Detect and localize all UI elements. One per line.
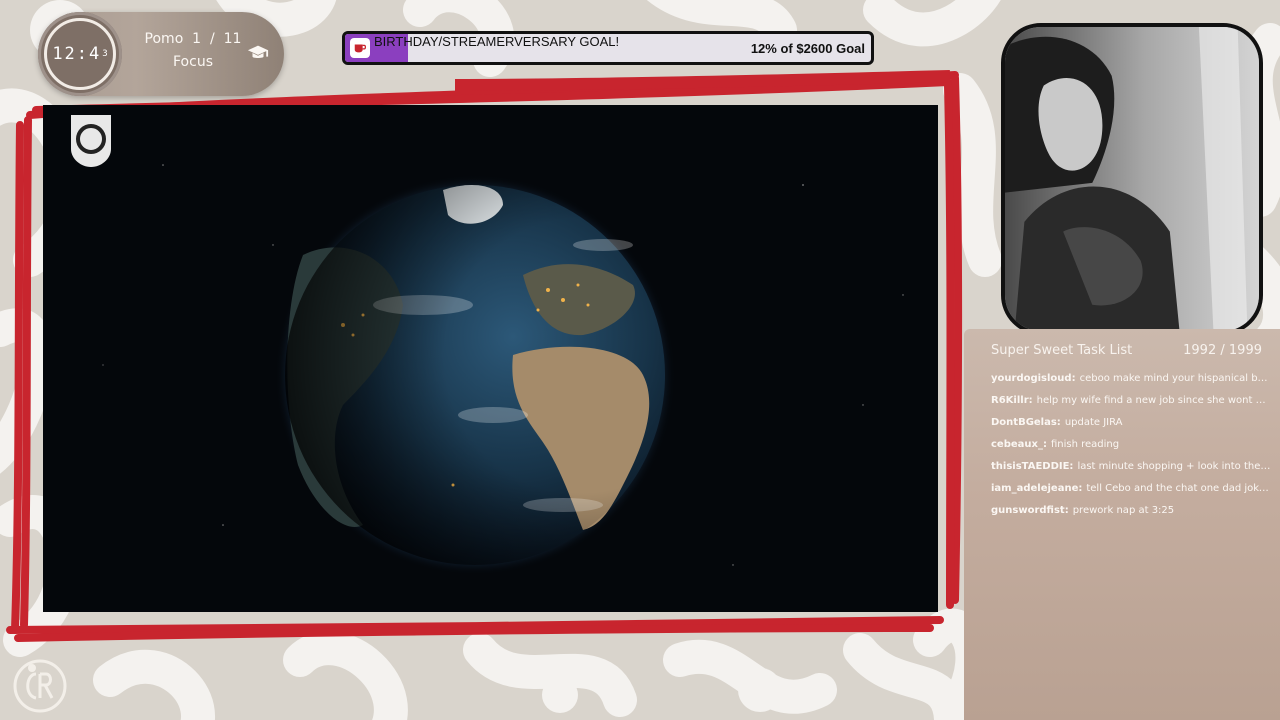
task-user: cebeaux_: <box>991 439 1047 450</box>
pomodoro-count: Pomo 1 / 11 <box>138 28 248 51</box>
task-list-count: 1992 / 1999 <box>1183 343 1262 358</box>
goal-title: BIRTHDAY/STREAMERVERSARY GOAL! <box>374 34 620 49</box>
task-text: prework nap at 3:25 <box>1072 505 1175 516</box>
channel-logo-icon <box>13 659 67 713</box>
task-count-separator: / <box>1220 343 1225 358</box>
video-player <box>43 105 938 612</box>
cup-icon <box>350 38 370 58</box>
task-text: tell Cebo and the chat one dad joke toda… <box>1086 483 1271 494</box>
task-text: finish reading <box>1050 439 1120 450</box>
pomodoro-label: Pomo <box>144 31 184 47</box>
task-text: update JIRA <box>1064 417 1123 428</box>
task-item: yourdogisloud: ceboo make mind your hispa… <box>991 373 1271 384</box>
task-user: iam_adelejeane: <box>991 483 1083 494</box>
task-text: help my wife find a new job since she wo… <box>1036 395 1271 406</box>
earth-image <box>102 164 904 575</box>
task-count-done: 1992 <box>1183 343 1217 358</box>
pomodoro-current: 1 <box>192 31 202 47</box>
task-list-header: Super Sweet Task List 1992 / 1999 <box>991 343 1262 363</box>
task-item: iam_adelejeane: tell Cebo and the chat on… <box>991 483 1271 494</box>
task-user: thisisTAEDDIE: <box>991 461 1074 472</box>
task-text: ceboo make mind your hispanical business <box>1079 373 1271 384</box>
task-list-panel: Super Sweet Task List 1992 / 1999 yourdo… <box>964 329 1280 720</box>
goal-amount: 12% of $2600 Goal <box>750 41 865 56</box>
webcam-image <box>1005 27 1259 331</box>
pomodoro-separator: / <box>210 31 215 47</box>
task-list-title: Super Sweet Task List <box>991 343 1133 358</box>
pomodoro-time-seconds: 3 <box>102 49 108 59</box>
webcam-feed <box>1001 23 1263 335</box>
task-item: cebeaux_: finish reading <box>991 439 1271 450</box>
task-user: yourdogisloud: <box>991 373 1076 384</box>
task-item: gunswordfist: prework nap at 3:25 <box>991 505 1271 516</box>
shield-logo-icon <box>71 115 111 167</box>
pomodoro-total: 11 <box>223 31 242 47</box>
task-user: R6Killr: <box>991 395 1033 406</box>
task-user: DontBGelas: <box>991 417 1061 428</box>
task-count-total: 1999 <box>1228 343 1262 358</box>
task-item: DontBGelas: update JIRA <box>991 417 1271 428</box>
task-user: gunswordfist: <box>991 505 1069 516</box>
task-item: R6Killr: help my wife find a new job sinc… <box>991 395 1271 406</box>
task-item: thisisTAEDDIE: last minute shopping + loo… <box>991 461 1271 472</box>
task-text: last minute shopping + look into the mat… <box>1077 461 1271 472</box>
